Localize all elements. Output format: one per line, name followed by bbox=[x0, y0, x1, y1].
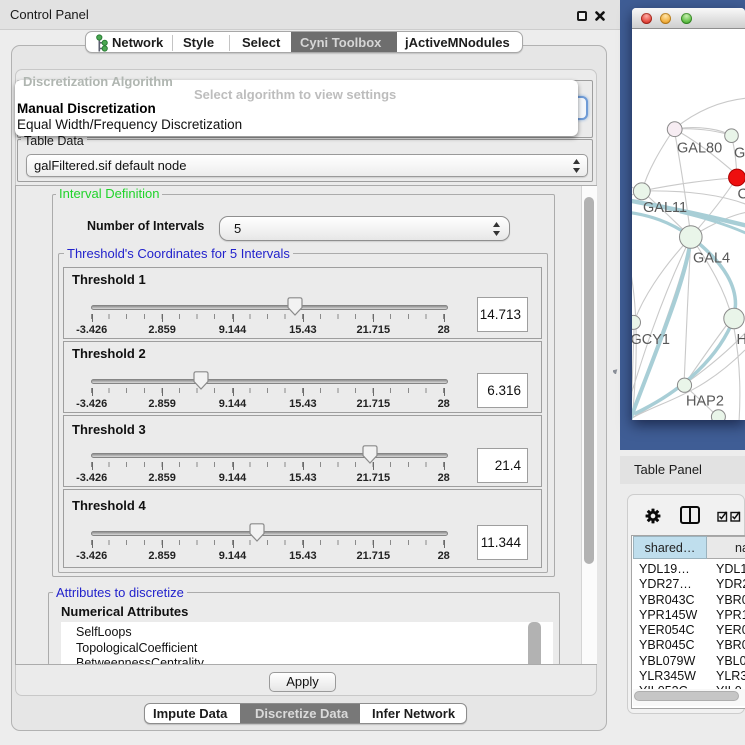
svg-text:HI: HI bbox=[737, 332, 745, 348]
svg-text:CY: CY bbox=[738, 187, 745, 203]
svg-text:GCY1: GCY1 bbox=[632, 332, 670, 348]
svg-text:GA: GA bbox=[734, 146, 745, 162]
svg-text:GAL11: GAL11 bbox=[643, 200, 687, 216]
svg-text:HAP2: HAP2 bbox=[686, 394, 724, 410]
svg-text:GAL80: GAL80 bbox=[677, 141, 722, 157]
svg-text:GAL4: GAL4 bbox=[693, 251, 730, 267]
